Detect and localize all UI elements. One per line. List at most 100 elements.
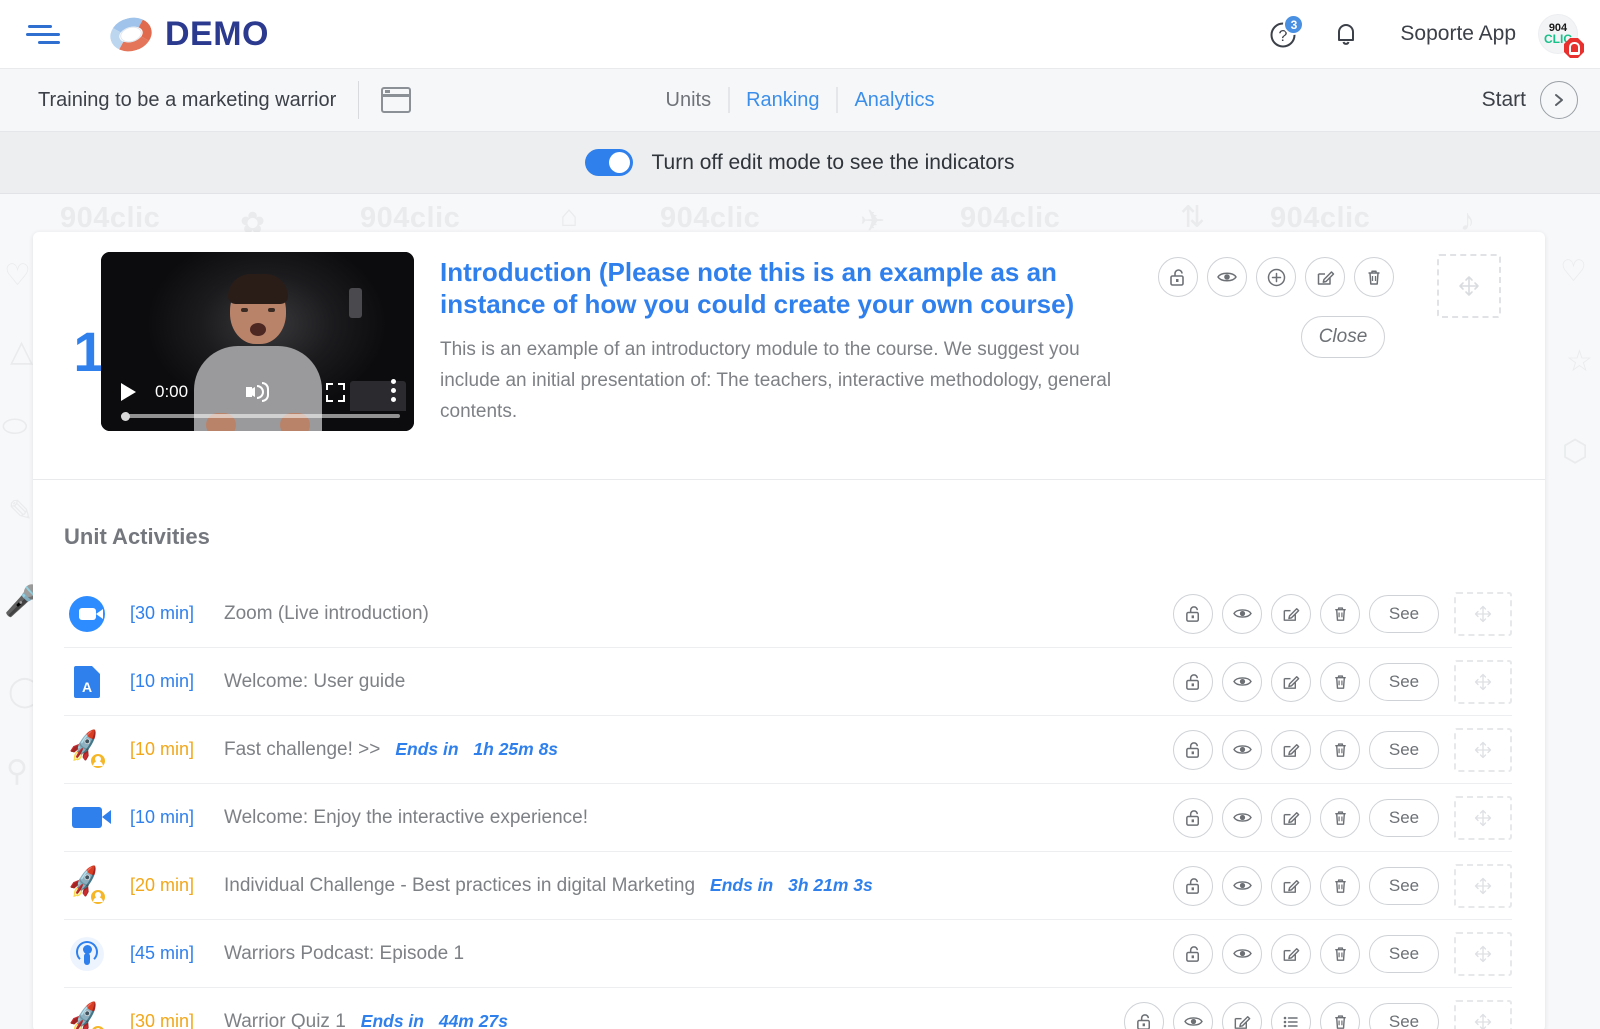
ends-in-label: Ends in	[710, 875, 774, 895]
row-drag-handle[interactable]	[1454, 795, 1512, 840]
unlock-icon[interactable]	[1124, 1001, 1164, 1029]
unlock-icon[interactable]	[1158, 257, 1198, 297]
table-row[interactable]: 🚀 [30 min] Warrior Quiz 1 Ends in 44m 27…	[64, 988, 1512, 1029]
trash-icon[interactable]	[1320, 933, 1360, 974]
unlock-icon[interactable]	[1173, 593, 1213, 634]
top-header: DEMO ? 3 Soporte App 904 CLIC	[0, 0, 1600, 68]
activity-name: Warriors Podcast: Episode 1	[224, 942, 465, 964]
move-icon	[1474, 741, 1492, 758]
video-controls: 0:00	[101, 369, 414, 431]
row-actions: See	[1173, 659, 1512, 704]
unlock-icon[interactable]	[1173, 933, 1213, 974]
see-button[interactable]: See	[1369, 866, 1439, 905]
play-icon[interactable]	[121, 383, 136, 401]
list-icon[interactable]	[1271, 1001, 1311, 1029]
edit-icon[interactable]	[1271, 933, 1311, 974]
trash-icon[interactable]	[1320, 865, 1360, 906]
see-button[interactable]: See	[1369, 662, 1439, 701]
table-row[interactable]: [30 min] Zoom (Live introduction) See	[64, 580, 1512, 648]
eye-icon[interactable]	[1222, 933, 1262, 974]
row-drag-handle[interactable]	[1454, 863, 1512, 908]
tab-analytics[interactable]: Analytics	[837, 89, 951, 112]
course-subbar: Training to be a marketing warrior Units…	[0, 68, 1600, 132]
eye-icon[interactable]	[1222, 593, 1262, 634]
eye-icon[interactable]	[1222, 729, 1262, 770]
eye-icon[interactable]	[1222, 661, 1262, 702]
volume-icon[interactable]	[246, 382, 270, 402]
start-button[interactable]: Start	[1482, 81, 1578, 119]
row-drag-handle[interactable]	[1454, 931, 1512, 976]
see-button[interactable]: See	[1369, 730, 1439, 769]
tab-units[interactable]: Units	[649, 89, 729, 112]
edit-mode-bar: Turn off edit mode to see the indicators	[0, 132, 1600, 194]
plus-circle-icon[interactable]	[1256, 257, 1296, 297]
edit-icon[interactable]	[1222, 1001, 1262, 1029]
edit-icon[interactable]	[1271, 797, 1311, 838]
table-row[interactable]: 🚀 [20 min] Individual Challenge - Best p…	[64, 852, 1512, 920]
start-label: Start	[1481, 88, 1526, 111]
eye-icon[interactable]	[1222, 797, 1262, 838]
trash-icon[interactable]	[1320, 797, 1360, 838]
unit-video-player[interactable]: 0:00	[101, 252, 414, 431]
bell-icon[interactable]	[1326, 14, 1366, 54]
row-drag-handle[interactable]	[1454, 999, 1512, 1029]
see-button[interactable]: See	[1369, 594, 1439, 633]
more-vertical-icon[interactable]	[391, 378, 396, 406]
user-name[interactable]: Soporte App	[1400, 22, 1516, 46]
row-drag-handle[interactable]	[1454, 659, 1512, 704]
edit-mode-label: Turn off edit mode to see the indicators	[651, 150, 1015, 174]
window-icon[interactable]	[381, 87, 412, 113]
unlock-icon[interactable]	[1173, 865, 1213, 906]
table-row[interactable]: 🚀 [10 min] Fast challenge! >> Ends in 1h…	[64, 716, 1512, 784]
video-progress-bar[interactable]	[121, 412, 400, 421]
trash-icon[interactable]	[1320, 729, 1360, 770]
unit-title[interactable]: Introduction (Please note this is an exa…	[440, 257, 1140, 320]
trash-icon[interactable]	[1320, 593, 1360, 634]
activity-duration: [30 min]	[130, 1011, 195, 1029]
unlock-icon[interactable]	[1173, 797, 1213, 838]
edit-mode-toggle[interactable]	[585, 149, 634, 176]
eye-icon[interactable]	[1173, 1001, 1213, 1029]
activities-heading: Unit Activities	[64, 524, 210, 549]
table-row[interactable]: [10 min] Welcome: Enjoy the interactive …	[64, 784, 1512, 852]
row-drag-handle[interactable]	[1454, 591, 1512, 636]
ends-in-label: Ends in	[360, 1011, 424, 1029]
edit-icon[interactable]	[1271, 593, 1311, 634]
table-row[interactable]: [45 min] Warriors Podcast: Episode 1 See	[64, 920, 1512, 988]
eye-icon[interactable]	[1222, 865, 1262, 906]
see-button[interactable]: See	[1369, 934, 1439, 973]
avatar[interactable]: 904 CLIC	[1538, 14, 1584, 58]
activity-name: Individual Challenge - Best practices in…	[224, 874, 696, 896]
edit-icon[interactable]	[1271, 865, 1311, 906]
activity-duration: [10 min]	[130, 807, 195, 827]
activity-countdown: Ends in 3h 21m 3s	[710, 875, 873, 896]
help-circle-icon[interactable]: ? 3	[1264, 14, 1305, 54]
see-button[interactable]: See	[1369, 1002, 1439, 1029]
edit-icon[interactable]	[1305, 257, 1345, 297]
course-title: Training to be a marketing warrior	[38, 88, 337, 111]
trash-icon[interactable]	[1320, 661, 1360, 702]
see-button[interactable]: See	[1369, 798, 1439, 837]
eye-icon[interactable]	[1207, 257, 1247, 297]
move-icon	[1474, 1013, 1492, 1029]
edit-icon[interactable]	[1271, 729, 1311, 770]
unlock-icon[interactable]	[1173, 729, 1213, 770]
brand-logo[interactable]: DEMO	[106, 12, 269, 57]
hamburger-icon[interactable]	[26, 18, 66, 50]
close-button[interactable]: Close	[1301, 316, 1385, 358]
trash-icon[interactable]	[1354, 257, 1394, 297]
activity-countdown: Ends in 1h 25m 8s	[395, 739, 558, 760]
background-watermark: 904clic	[1270, 202, 1371, 234]
table-row[interactable]: A [10 min] Welcome: User guide See	[64, 648, 1512, 716]
unit-description: This is an example of an introductory mo…	[440, 339, 1112, 422]
row-drag-handle[interactable]	[1454, 727, 1512, 772]
unit-drag-handle[interactable]	[1437, 254, 1501, 318]
fullscreen-icon[interactable]	[326, 382, 346, 402]
edit-icon[interactable]	[1271, 661, 1311, 702]
tab-ranking[interactable]: Ranking	[729, 89, 836, 112]
unit-action-buttons	[1158, 257, 1394, 297]
avatar-status-icon	[1564, 38, 1584, 58]
trash-icon[interactable]	[1320, 1001, 1360, 1029]
unlock-icon[interactable]	[1173, 661, 1213, 702]
activity-duration: [20 min]	[130, 875, 195, 895]
